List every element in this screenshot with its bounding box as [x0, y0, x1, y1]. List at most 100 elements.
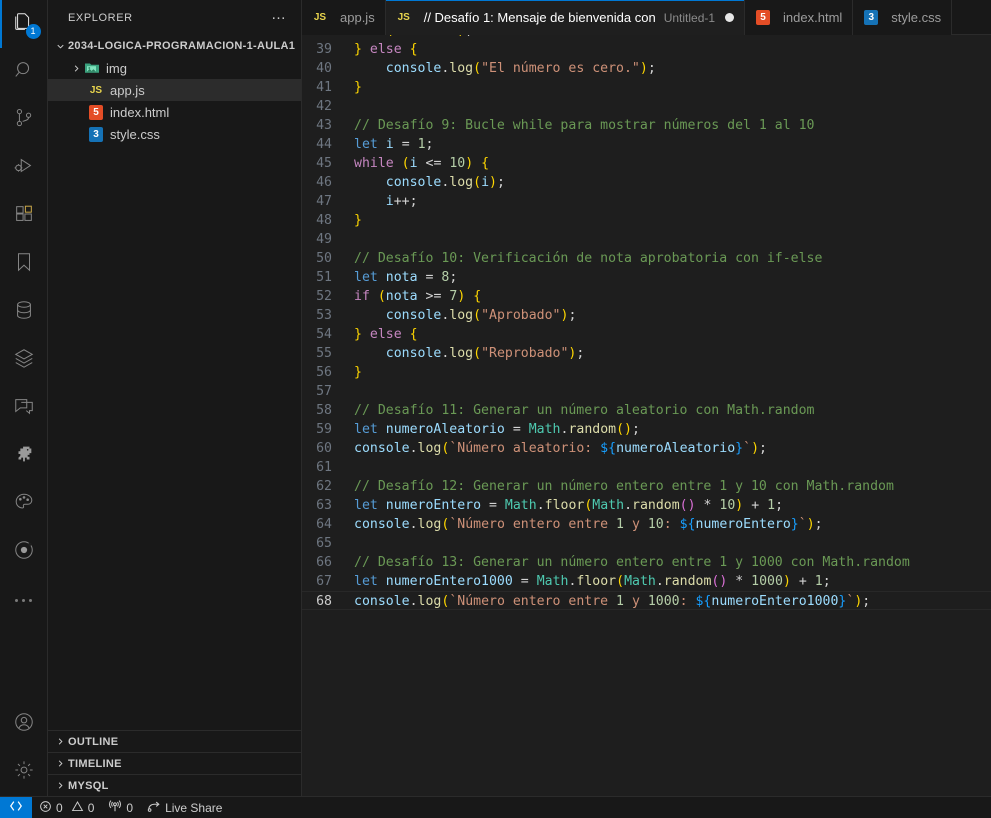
- line-text: // Desafío 13: Generar un número entero …: [354, 555, 910, 570]
- gear-icon: [13, 759, 35, 786]
- activity-item-chat[interactable]: [0, 384, 48, 432]
- tab-index-html[interactable]: 5 index.html: [745, 0, 854, 35]
- code-line: 59 let numeroAleatorio = Math.random();: [302, 420, 991, 439]
- activity-item-layers[interactable]: [0, 336, 48, 384]
- activity-item-ionic[interactable]: [0, 528, 48, 576]
- line-text: let numeroEntero1000 = Math.floor(Math.r…: [354, 574, 831, 589]
- palette-icon: [13, 491, 35, 518]
- js-icon: JS: [397, 12, 410, 23]
- activity-item-database[interactable]: [0, 288, 48, 336]
- bookmark-icon: [13, 251, 35, 278]
- tab-label: style.css: [891, 10, 942, 25]
- line-number: 54: [316, 327, 332, 342]
- code-line: 44 let i = 1;: [302, 135, 991, 154]
- line-number: 41: [316, 80, 332, 95]
- code-line: 41 }: [302, 78, 991, 97]
- pane-timeline[interactable]: TIMELINE: [48, 752, 301, 774]
- line-number: 46: [316, 175, 332, 190]
- chevron-right-icon: [52, 775, 68, 797]
- line-number: 50: [316, 251, 332, 266]
- line-number: 62: [316, 479, 332, 494]
- pane-mysql[interactable]: MYSQL: [48, 774, 301, 796]
- tree-item-img[interactable]: img: [48, 57, 301, 79]
- line-text: console.log(`Número entero entre 1 y 10:…: [354, 517, 823, 532]
- code-line: 62 // Desafío 12: Generar un número ente…: [302, 477, 991, 496]
- activity-item-more-views[interactable]: [0, 576, 48, 624]
- line-text: } else {: [354, 327, 418, 342]
- explorer-badge: 1: [25, 24, 41, 39]
- chevron-down-icon: [52, 35, 68, 57]
- activity-item-run-and-debug[interactable]: [0, 144, 48, 192]
- code-content: .( ); 39 } else { 40 console.log("El núm…: [302, 35, 991, 610]
- line-text: // Desafío 12: Generar un número entero …: [354, 479, 894, 494]
- activity-item-accounts[interactable]: [0, 700, 48, 748]
- code-line: 46 console.log(i);: [302, 173, 991, 192]
- line-number: 67: [316, 574, 332, 589]
- pane-outline[interactable]: OUTLINE: [48, 730, 301, 752]
- run-debug-icon: [13, 155, 35, 182]
- pane-label: OUTLINE: [68, 735, 119, 748]
- line-number: 45: [316, 156, 332, 171]
- activity-item-theme-palette[interactable]: [0, 480, 48, 528]
- sidebar-title: EXPLORER: [68, 11, 133, 24]
- code-line: 39 } else {: [302, 40, 991, 59]
- tab-untitled-1[interactable]: JS // Desafío 1: Mensaje de bienvenida c…: [385, 0, 746, 35]
- tree-item-label: app.js: [110, 82, 145, 98]
- line-number: 52: [316, 289, 332, 304]
- code-line: 56 }: [302, 363, 991, 382]
- line-text: console.log(`Número entero entre 1 y 100…: [354, 594, 871, 609]
- code-line: 58 // Desafío 11: Generar un número alea…: [302, 401, 991, 420]
- remote-indicator[interactable]: [0, 796, 32, 818]
- code-line: 51 let nota = 8;: [302, 268, 991, 287]
- problems-status[interactable]: 0 0: [32, 797, 101, 818]
- tab-label: app.js: [340, 10, 375, 25]
- activity-item-source-control[interactable]: [0, 96, 48, 144]
- activity-item-settings[interactable]: [0, 748, 48, 796]
- extensions-icon: [13, 203, 35, 230]
- code-editor[interactable]: .( ); 39 } else { 40 console.log("El núm…: [302, 35, 991, 796]
- database-icon: [13, 299, 35, 326]
- line-number: 56: [316, 365, 332, 380]
- code-line: 55 console.log("Reprobado");: [302, 344, 991, 363]
- tree-item-app-js[interactable]: JS app.js: [48, 79, 301, 101]
- line-number: 49: [316, 232, 332, 247]
- chevron-right-icon: [52, 731, 68, 753]
- line-text: i++;: [385, 194, 418, 209]
- tab-style-css[interactable]: 3 style.css: [853, 0, 953, 35]
- sidebar-more-actions-icon[interactable]: …: [265, 7, 293, 26]
- line-number: 48: [316, 213, 332, 228]
- tab-description: Untitled-1: [663, 10, 716, 25]
- source-control-icon: [13, 107, 35, 134]
- tree-root-folder[interactable]: 2034-LOGICA-PROGRAMACION-1-AULA1: [48, 35, 301, 57]
- live-share-status[interactable]: Live Share: [140, 797, 229, 818]
- html-icon: 5: [755, 10, 771, 26]
- sidebar-header: EXPLORER …: [48, 0, 301, 35]
- line-text: console.log(`Número aleatorio: ${numeroA…: [354, 441, 767, 456]
- line-number: 55: [316, 346, 332, 361]
- activity-item-explorer[interactable]: 1: [0, 0, 48, 48]
- tree-item-index-html[interactable]: 5 index.html: [48, 101, 301, 123]
- dinosaur-icon: [13, 443, 35, 470]
- tree-item-label: style.css: [110, 126, 160, 142]
- warning-icon: [71, 800, 84, 816]
- tab-label: index.html: [783, 10, 843, 25]
- activity-item-bookmarks[interactable]: [0, 240, 48, 288]
- activity-item-dinosaur[interactable]: [0, 432, 48, 480]
- tab-app-js[interactable]: JS app.js: [302, 0, 386, 35]
- line-text: } else {: [354, 42, 418, 57]
- pane-label: TIMELINE: [68, 757, 122, 770]
- html-icon: 5: [88, 104, 104, 120]
- ports-status[interactable]: 0: [101, 797, 140, 818]
- tree-item-style-css[interactable]: 3 style.css: [48, 123, 301, 145]
- code-line: 64 console.log(`Número entero entre 1 y …: [302, 515, 991, 534]
- line-number: 43: [316, 118, 332, 133]
- line-number: 61: [316, 460, 332, 475]
- dirty-indicator-icon[interactable]: [725, 13, 735, 22]
- line-number: 58: [316, 403, 332, 418]
- chevron-right-icon: [68, 57, 84, 79]
- line-number: 68: [316, 594, 332, 609]
- activity-item-extensions[interactable]: [0, 192, 48, 240]
- activity-item-search[interactable]: [0, 48, 48, 96]
- line-number: 59: [316, 422, 332, 437]
- code-line: 47 i++;: [302, 192, 991, 211]
